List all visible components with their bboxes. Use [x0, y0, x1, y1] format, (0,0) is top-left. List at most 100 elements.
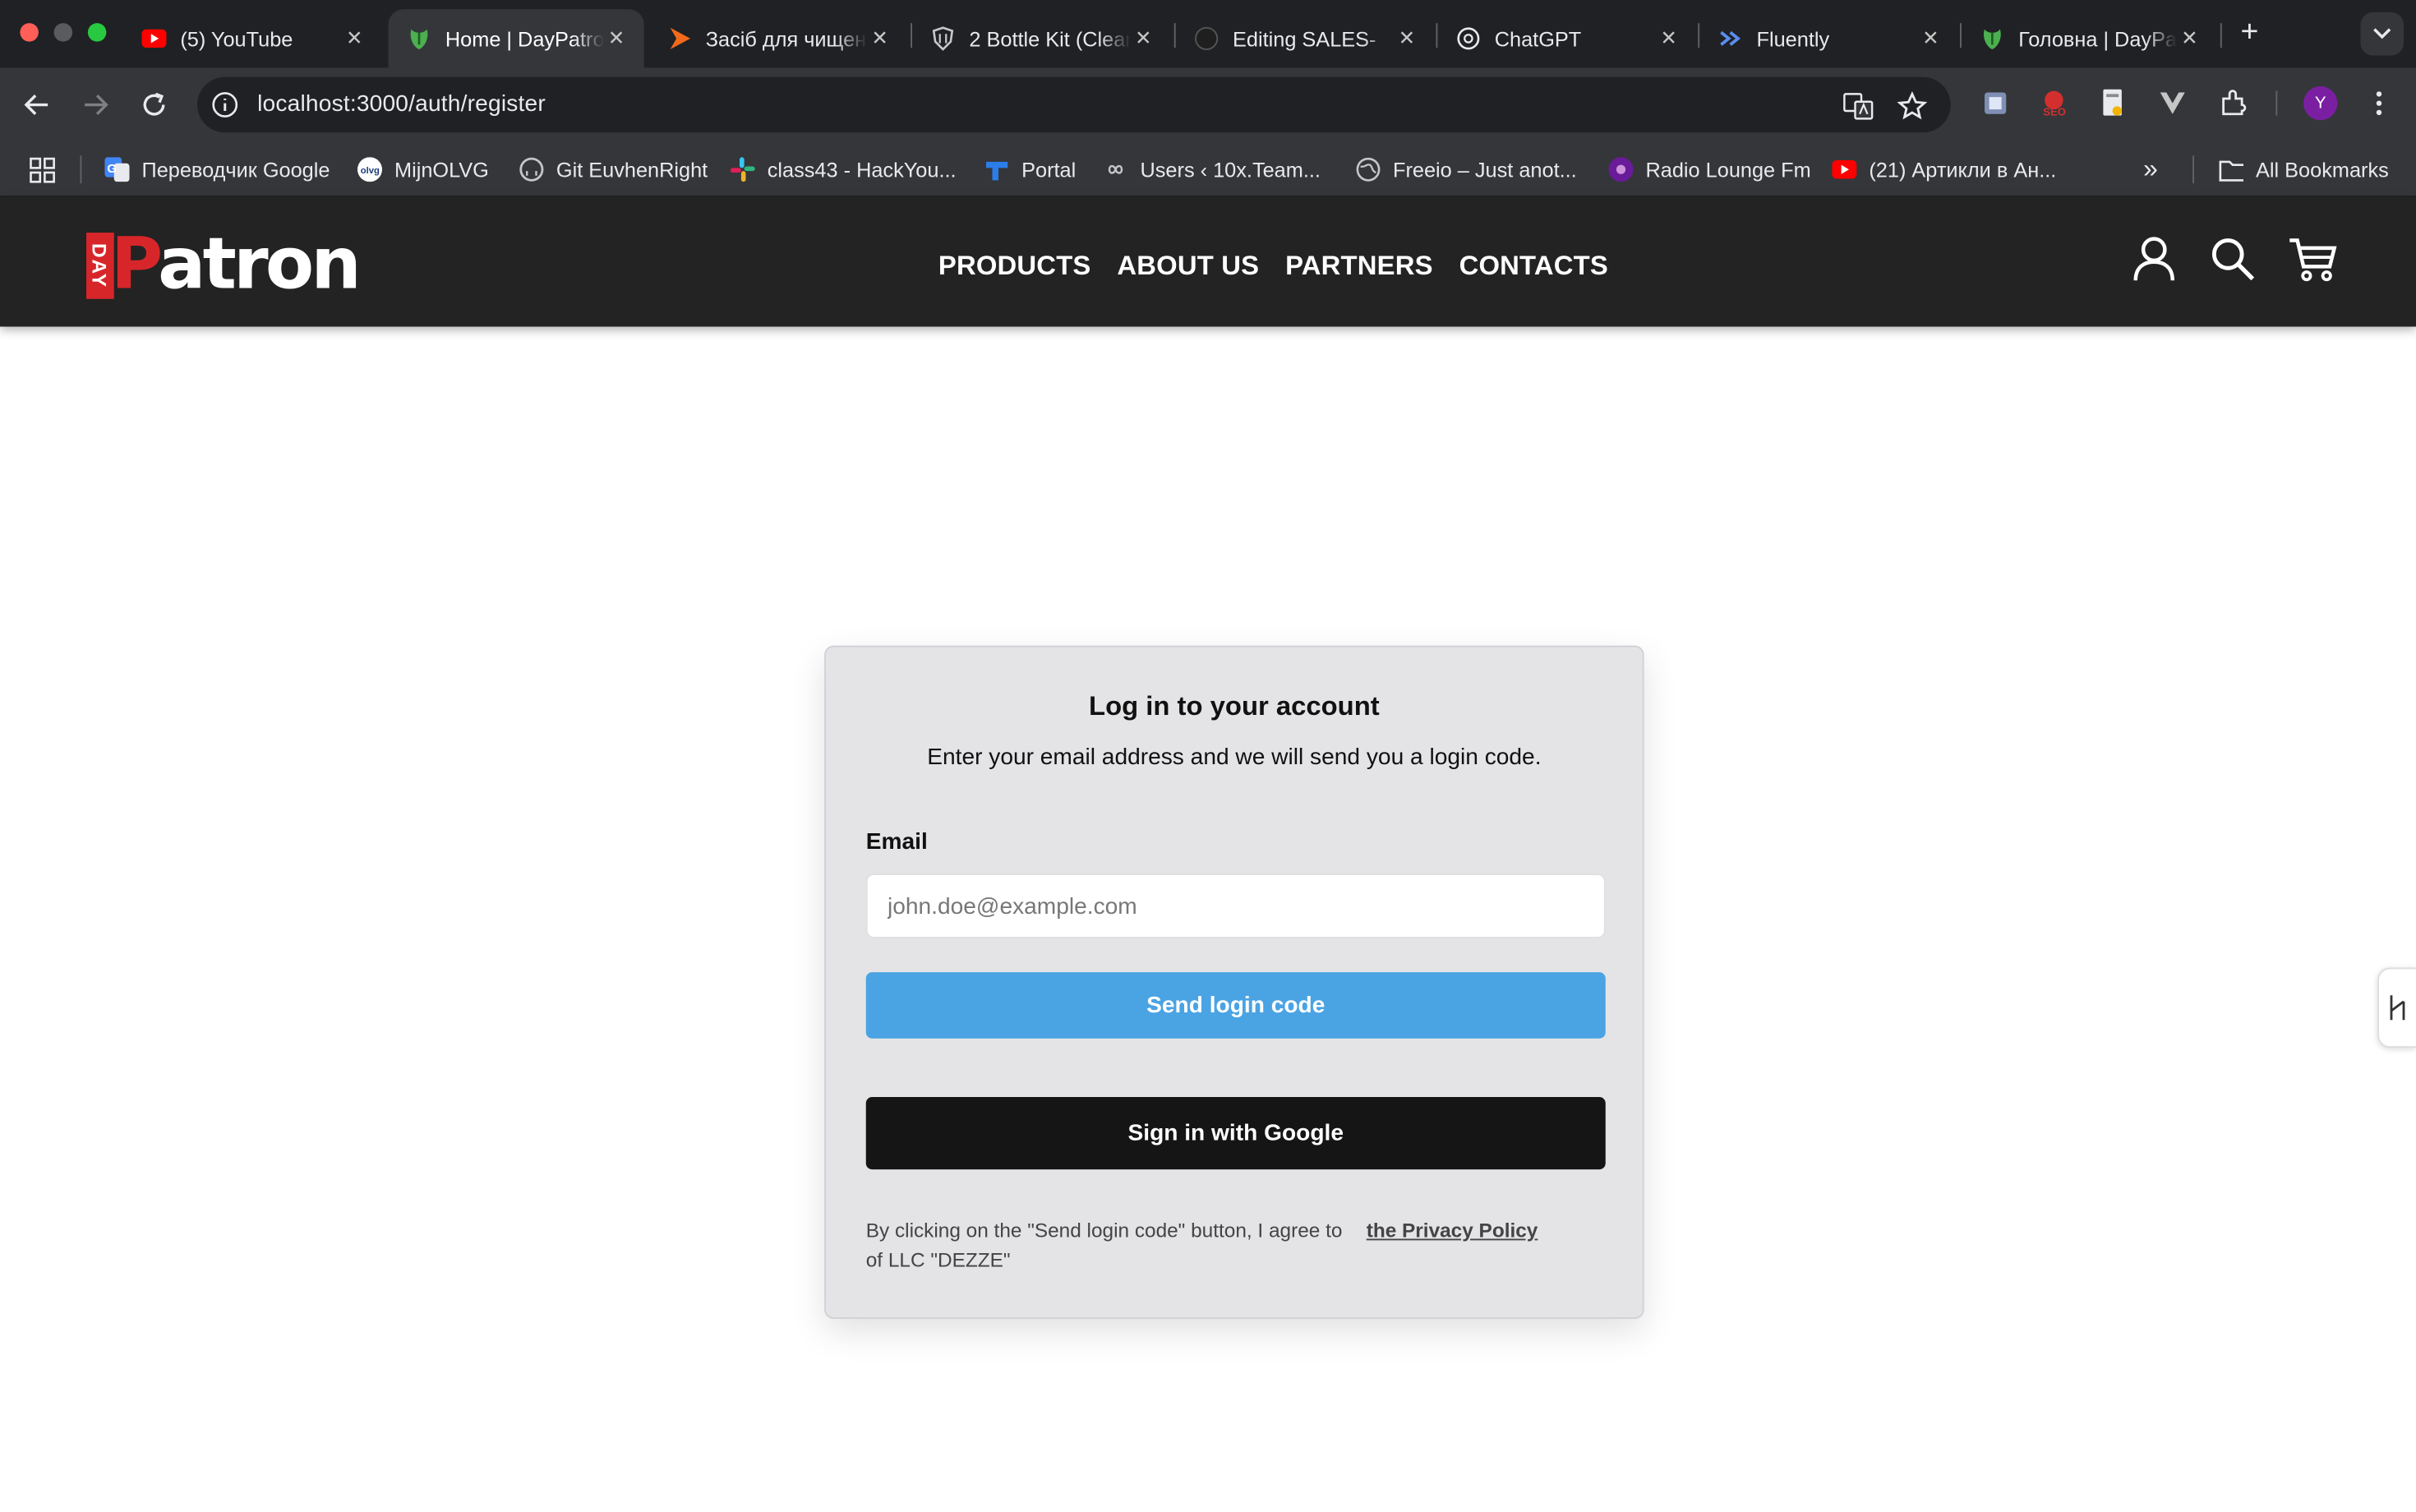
close-icon[interactable]: ✕ — [868, 26, 892, 51]
fluently-icon — [1718, 26, 1743, 51]
reload-button[interactable] — [136, 86, 173, 123]
bookmark-item[interactable]: Users ‹ 10x.Team... — [1104, 154, 1321, 186]
site-logo[interactable]: DAY Patron — [86, 222, 362, 306]
consent-text: By clicking on the "Send login code" but… — [866, 1215, 1606, 1274]
nav-partners[interactable]: PARTNERS — [1285, 250, 1433, 282]
close-icon[interactable]: ✕ — [1395, 26, 1419, 51]
site-info-icon[interactable] — [211, 91, 239, 119]
widget-icon — [2390, 995, 2405, 1021]
address-bar[interactable]: localhost:3000/auth/register — [197, 76, 1951, 133]
github-icon — [1194, 26, 1219, 51]
all-bookmarks-button[interactable]: All Bookmarks — [2219, 154, 2389, 186]
arrow-right-icon — [85, 94, 108, 115]
close-icon[interactable]: ✕ — [1657, 26, 1681, 51]
tab-strip: (5) YouTube ✕ Home | DayPatron ✕ Засіб д… — [0, 0, 2416, 68]
more-vert-icon[interactable] — [2362, 86, 2395, 120]
tab-cleaner[interactable]: Засіб для чищення ✕ — [648, 9, 907, 67]
daypatron-icon — [1980, 26, 2004, 51]
olvg-icon: olvg — [357, 157, 382, 182]
tab-title: Fluently — [1756, 26, 1830, 50]
close-icon[interactable]: ✕ — [2177, 26, 2202, 51]
extension-puzzle-color-icon[interactable] — [1979, 86, 2013, 120]
all-bookmarks-label: All Bookmarks — [2256, 158, 2389, 182]
user-icon[interactable] — [2129, 234, 2179, 284]
sign-in-google-button[interactable]: Sign in with Google — [865, 1097, 1606, 1170]
close-icon[interactable]: ✕ — [604, 26, 629, 51]
login-card: Log in to your account Enter your email … — [824, 645, 1644, 1319]
search-icon[interactable] — [2208, 234, 2257, 284]
tab-holovna-daypatron[interactable]: Головна | DayPatron ✕ — [1962, 9, 2217, 67]
bookmark-label: Git EuvhenRight — [556, 158, 708, 182]
bookmark-item[interactable]: G Переводчик Google — [104, 154, 330, 186]
bookmark-label: (21) Артикли в Ан... — [1869, 158, 2057, 182]
toolbar-divider — [2275, 90, 2278, 116]
tab-fluently[interactable]: Fluently ✕ — [1699, 9, 1958, 67]
apps-button[interactable] — [30, 154, 56, 186]
extensions-icon[interactable] — [2215, 86, 2249, 120]
apps-grid-icon — [30, 156, 55, 182]
vue-devtools-icon[interactable] — [2155, 86, 2189, 120]
daypatron-icon — [407, 26, 431, 51]
tab-title: Home | DayPatron — [445, 26, 604, 50]
email-label: Email — [865, 828, 928, 855]
back-button[interactable] — [19, 86, 56, 123]
seo-extension-icon[interactable]: SEO — [2037, 86, 2071, 120]
send-login-code-button[interactable]: Send login code — [865, 972, 1606, 1039]
bookmark-item[interactable]: Radio Lounge Fm — [1608, 154, 1811, 186]
new-tab-button[interactable]: + — [2233, 14, 2266, 51]
tab-title: Editing SALES- — [1233, 26, 1376, 50]
url-text[interactable]: localhost:3000/auth/register — [257, 91, 546, 118]
tab-chatgpt[interactable]: ChatGPT ✕ — [1437, 9, 1696, 67]
profile-avatar[interactable]: Y — [2303, 86, 2338, 121]
tab-bottle-kit[interactable]: 2 Bottle Kit (Clean ✕ — [912, 9, 1171, 67]
forward-button[interactable] — [77, 86, 114, 123]
github-icon — [519, 157, 544, 182]
consent-prefix: By clicking on the "Send login code" but… — [865, 1219, 1343, 1242]
nav-products[interactable]: PRODUCTS — [938, 250, 1091, 282]
bookmarks-bar: G Переводчик Google olvg MijnOLVG Git Eu… — [0, 141, 2416, 197]
bookmarks-divider — [80, 155, 82, 184]
bookmark-item[interactable]: (21) Артикли в Ан... — [1832, 154, 2056, 186]
svg-text:SEO: SEO — [2043, 106, 2066, 118]
privacy-policy-link[interactable]: the Privacy Policy — [1367, 1219, 1538, 1242]
bookmark-item[interactable]: Git EuvhenRight — [519, 154, 708, 186]
login-subtitle: Enter your email address and we will sen… — [927, 744, 1542, 771]
bookmarks-divider — [2192, 155, 2194, 184]
infinity-icon — [1104, 157, 1128, 182]
youtube-icon — [1832, 157, 1857, 182]
bookmark-label: MijnOLVG — [394, 158, 489, 182]
svg-text:G: G — [107, 162, 117, 176]
double-chevron-icon: » — [2143, 154, 2158, 184]
bookmark-item[interactable]: Portal — [984, 154, 1076, 186]
close-icon[interactable]: ✕ — [342, 26, 367, 51]
consent-suffix: of LLC "DEZZE" — [865, 1247, 1011, 1271]
tab-home-daypatron[interactable]: Home | DayPatron ✕ — [388, 9, 644, 68]
logo-wordmark: Patron — [111, 222, 362, 306]
email-field[interactable] — [865, 874, 1606, 938]
close-window-button[interactable] — [20, 23, 39, 42]
close-icon[interactable]: ✕ — [1918, 26, 1943, 51]
tab-search-button[interactable] — [2360, 12, 2404, 56]
minimize-window-button[interactable] — [53, 23, 73, 42]
arrow-brand-icon — [667, 26, 692, 51]
tab-title: Засіб для чищення — [705, 26, 868, 50]
document-extension-icon[interactable] — [2096, 86, 2129, 120]
tab-title: (5) YouTube — [180, 26, 293, 50]
nav-about-us[interactable]: ABOUT US — [1117, 250, 1259, 282]
tab-editing-sales[interactable]: Editing SALES- ✕ — [1176, 9, 1435, 67]
nav-contacts[interactable]: CONTACTS — [1459, 250, 1608, 282]
star-icon[interactable] — [1897, 90, 1928, 122]
cart-icon[interactable] — [2288, 234, 2337, 284]
more-bookmarks-button[interactable]: » — [2143, 154, 2158, 186]
bookmark-item[interactable]: Freeio – Just anot... — [1356, 154, 1577, 186]
close-icon[interactable]: ✕ — [1131, 26, 1155, 51]
side-widget-tab[interactable] — [2377, 967, 2416, 1048]
bookmark-item[interactable]: class43 - HackYou... — [730, 154, 957, 186]
bookmark-item[interactable]: olvg MijnOLVG — [357, 154, 489, 186]
chatgpt-icon — [1456, 26, 1481, 51]
bookmark-label: Переводчик Google — [141, 158, 330, 182]
maximize-window-button[interactable] — [87, 23, 107, 42]
tab-youtube[interactable]: (5) YouTube ✕ — [123, 9, 382, 67]
bookmark-label: Portal — [1021, 158, 1077, 182]
translate-icon[interactable] — [1843, 91, 1874, 122]
